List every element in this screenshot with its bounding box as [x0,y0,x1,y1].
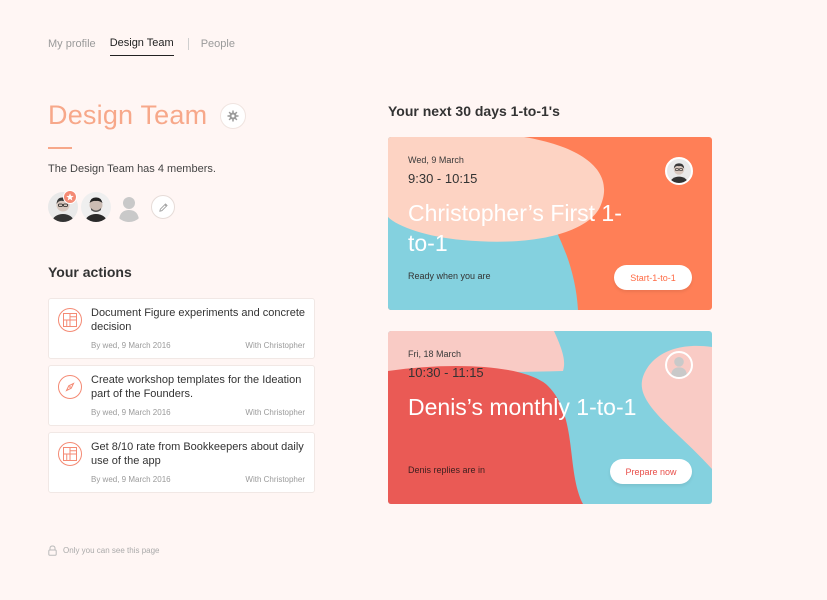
action-text: Document Figure experiments and concrete… [91,307,305,333]
tab-design-team[interactable]: Design Team [109,37,174,56]
action-assignee: With Christopher [245,341,305,350]
avatar[interactable] [81,192,111,222]
avatar[interactable] [665,351,693,379]
meeting-title: Christopher’s First 1-to-1 [408,200,622,256]
privacy-note: Only you can see this page [48,545,160,556]
action-date: By wed, 9 March 2016 [91,341,171,350]
team-settings-button[interactable] [220,103,246,129]
grid-icon [58,308,82,332]
meeting-time: 10:30 - 11:15 [408,365,484,380]
action-date: By wed, 9 March 2016 [91,475,171,484]
meeting-date: Fri, 18 March [408,349,462,359]
action-assignee: With Christopher [245,475,305,484]
meeting-status: Denis replies are in [408,465,486,475]
action-text: Create workshop templates for the Ideati… [91,374,302,400]
meeting-card[interactable]: Fri, 18 March 10:30 - 11:15 Denis’s mont… [388,331,712,504]
action-meta: By wed, 9 March 2016 With Christopher [91,475,305,484]
pencil-icon [158,202,168,212]
avatar[interactable] [114,192,144,222]
tab-people[interactable]: People [201,38,235,56]
members-count-text: The Design Team has 4 members. [48,163,216,175]
meeting-card[interactable]: Wed, 9 March 9:30 - 10:15 Christopher’s … [388,137,712,310]
start-1-to-1-button[interactable]: Start-1-to-1 [614,265,692,290]
gear-icon [227,110,239,122]
lock-icon [48,545,57,556]
action-card[interactable]: Document Figure experiments and concrete… [48,298,315,359]
star-badge [63,190,77,204]
top-nav: My profile Design Team People [48,37,249,56]
compass-icon [58,375,82,399]
meeting-date: Wed, 9 March [408,155,464,165]
edit-members-button[interactable] [151,195,175,219]
action-card[interactable]: Get 8/10 rate from Bookkeepers about dai… [48,432,315,493]
grid-icon [58,442,82,466]
star-icon [66,193,74,201]
action-assignee: With Christopher [245,408,305,417]
upcoming-heading: Your next 30 days 1-to-1's [388,103,560,119]
title-underline [48,147,72,149]
action-text: Get 8/10 rate from Bookkeepers about dai… [91,441,304,467]
privacy-text: Only you can see this page [63,546,160,555]
action-date: By wed, 9 March 2016 [91,408,171,417]
prepare-now-button[interactable]: Prepare now [610,459,692,484]
action-card[interactable]: Create workshop templates for the Ideati… [48,365,315,426]
action-meta: By wed, 9 March 2016 With Christopher [91,408,305,417]
meeting-title: Denis’s monthly 1-to-1 [408,394,637,420]
tab-my-profile[interactable]: My profile [48,38,96,56]
actions-heading: Your actions [48,264,132,280]
meeting-status: Ready when you are [408,271,491,281]
meeting-time: 9:30 - 10:15 [408,171,478,186]
action-meta: By wed, 9 March 2016 With Christopher [91,341,305,350]
avatar[interactable] [665,157,693,185]
page-title: Design Team [48,100,208,130]
nav-divider [187,37,189,50]
